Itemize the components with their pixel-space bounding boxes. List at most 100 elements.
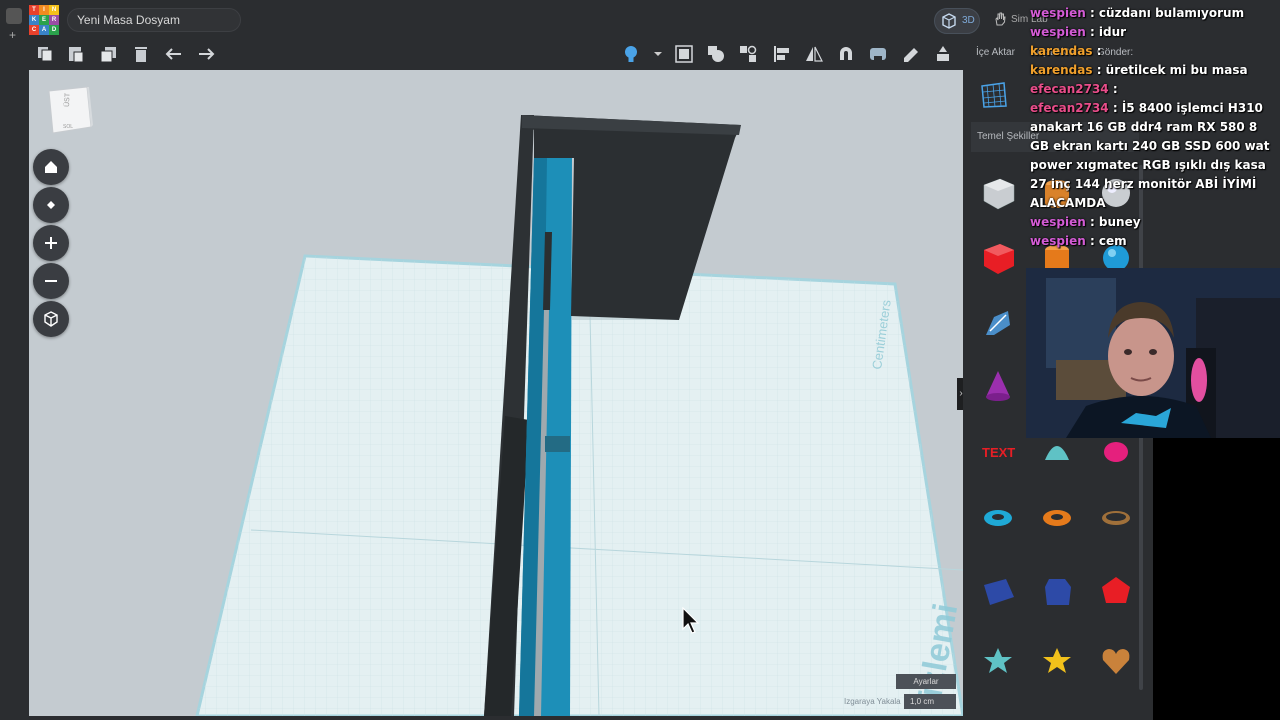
document-title-field[interactable]: Yeni Masa Dosyam <box>67 8 241 32</box>
workplane-grid-icon[interactable] <box>979 80 1009 110</box>
cruise-icon[interactable] <box>933 44 953 64</box>
paste-icon[interactable] <box>66 44 86 64</box>
chat-separator: : <box>1085 25 1099 39</box>
chat-separator: : <box>1092 63 1106 77</box>
shape-wedge-prism-icon[interactable] <box>980 573 1016 609</box>
shape-star-icon[interactable] <box>980 642 1016 678</box>
chat-username: efecan2734 <box>1030 82 1109 96</box>
chat-text: İ5 8400 işlemci H310 anakart 16 GB ddr4 … <box>1030 101 1270 210</box>
chat-message: wespien : cem <box>1026 232 1280 251</box>
view-3d-label: 3D <box>962 15 975 26</box>
view-3d-button[interactable]: 3D <box>934 8 980 34</box>
logo-letter: C <box>29 25 39 35</box>
undo-icon[interactable] <box>164 44 184 64</box>
shape-ring-icon[interactable] <box>1098 500 1134 536</box>
view-cube[interactable]: ÜST SOL <box>47 85 93 135</box>
chat-separator: : <box>1085 215 1099 229</box>
shape-tube-icon[interactable] <box>1039 500 1075 536</box>
webcam-image <box>1026 268 1280 438</box>
tinkercad-logo[interactable]: TINKERCAD <box>29 5 59 35</box>
chat-username: wespien <box>1030 215 1086 229</box>
redo-icon[interactable] <box>196 44 216 64</box>
chat-username: karendas <box>1030 63 1093 77</box>
chat-separator: : <box>1085 6 1099 20</box>
dropdown-arrow-icon[interactable] <box>648 44 668 64</box>
shape-text-shape-icon[interactable]: TEXT <box>980 432 1016 468</box>
duplicate-icon[interactable] <box>99 44 119 64</box>
fit-icon <box>47 201 55 209</box>
shape-box-icon[interactable] <box>980 240 1016 276</box>
chat-separator: : <box>1108 101 1122 115</box>
hand-icon <box>995 12 1006 26</box>
chat-username: wespien <box>1030 6 1086 20</box>
chat-message: wespien : idur <box>1026 23 1280 42</box>
cube-icon <box>942 13 956 29</box>
chat-message: wespien : cüzdanı bulamıyorum <box>1026 4 1280 23</box>
workplane-scene[interactable]: Centimeters üzlemi <box>29 70 963 716</box>
chat-text: buney <box>1098 215 1141 229</box>
logo-letter: D <box>49 25 59 35</box>
mouse-cursor-icon <box>682 607 700 634</box>
chat-text: cüzdanı bulamıyorum <box>1098 6 1245 20</box>
notes-icon[interactable] <box>901 44 921 64</box>
zoom-in-icon <box>45 237 57 249</box>
zoom-in-button[interactable] <box>33 225 69 261</box>
shape-heart-icon[interactable] <box>1098 642 1134 678</box>
3d-viewport[interactable]: Centimeters üzlemi ÜST SOL Ayarlar Izgar… <box>29 70 963 716</box>
logo-letter: E <box>39 15 49 25</box>
chat-username: karendas <box>1030 44 1093 58</box>
grid-snap-label: Izgaraya Yakala <box>844 697 901 706</box>
chat-message: efecan2734 : İ5 8400 işlemci H310 anakar… <box>1026 99 1280 213</box>
zoom-out-button[interactable] <box>33 263 69 299</box>
settings-button[interactable]: Ayarlar <box>896 674 956 689</box>
shape-cone-icon[interactable] <box>980 367 1016 403</box>
logo-letter: I <box>39 5 49 15</box>
workplane-icon[interactable] <box>738 44 758 64</box>
chat-message: wespien : buney <box>1026 213 1280 232</box>
view-cube-top-label: ÜST <box>63 92 72 107</box>
fit-view-button[interactable] <box>33 187 69 223</box>
align-icon[interactable] <box>772 44 792 64</box>
chat-separator: : <box>1108 82 1118 96</box>
zoom-out-icon <box>45 280 57 282</box>
perspective-button[interactable] <box>33 301 69 337</box>
chat-separator: : <box>1085 234 1099 248</box>
import-button[interactable]: İçe Aktar <box>976 47 1015 58</box>
app-launcher-icon[interactable] <box>6 8 22 24</box>
shape-box-hole-icon[interactable] <box>980 175 1016 211</box>
chat-username: wespien <box>1030 234 1086 248</box>
light-bulb-icon[interactable] <box>621 44 641 64</box>
chat-username: wespien <box>1030 25 1086 39</box>
chat-separator: : <box>1092 44 1102 58</box>
group-icon[interactable] <box>674 44 694 64</box>
chat-message: karendas : üretilcek mi bu masa <box>1026 61 1280 80</box>
chat-text: üretilcek mi bu masa <box>1105 63 1248 77</box>
logo-letter: R <box>49 15 59 25</box>
stream-chat-overlay: wespien : cüzdanı bulamıyorum wespien : i… <box>1026 4 1280 251</box>
shape-hexagonal-prism-icon[interactable] <box>1039 573 1075 609</box>
mirror-icon[interactable] <box>804 44 824 64</box>
home-view-button[interactable] <box>33 149 69 185</box>
streamer-webcam <box>1026 268 1280 438</box>
stream-overlay-background <box>1153 438 1280 720</box>
delete-icon[interactable] <box>131 44 151 64</box>
svg-text:TEXT: TEXT <box>982 445 1015 460</box>
chat-message: karendas : <box>1026 42 1280 61</box>
magnet-icon[interactable] <box>836 44 856 64</box>
ruler-icon[interactable] <box>868 44 888 64</box>
shape-star-gold-icon[interactable] <box>1039 642 1075 678</box>
shape-polygon-icon[interactable] <box>1098 573 1134 609</box>
copy-icon[interactable] <box>35 44 55 64</box>
logo-letter: N <box>49 5 59 15</box>
tinkercad-app: + TINKERCAD Yeni Masa Dosyam 3D Sim Lab <box>0 0 1280 720</box>
chat-message: efecan2734 : <box>1026 80 1280 99</box>
shape-torus-icon[interactable] <box>980 500 1016 536</box>
perspective-icon <box>44 311 58 327</box>
ungroup-icon[interactable] <box>706 44 726 64</box>
chat-text: cem <box>1098 234 1127 248</box>
grid-snap-select[interactable]: 1,0 cm <box>904 694 956 709</box>
logo-letter: T <box>29 5 39 15</box>
logo-letter: A <box>39 25 49 35</box>
shape-scribble-icon[interactable] <box>980 305 1016 341</box>
chat-username: efecan2734 <box>1030 101 1109 115</box>
